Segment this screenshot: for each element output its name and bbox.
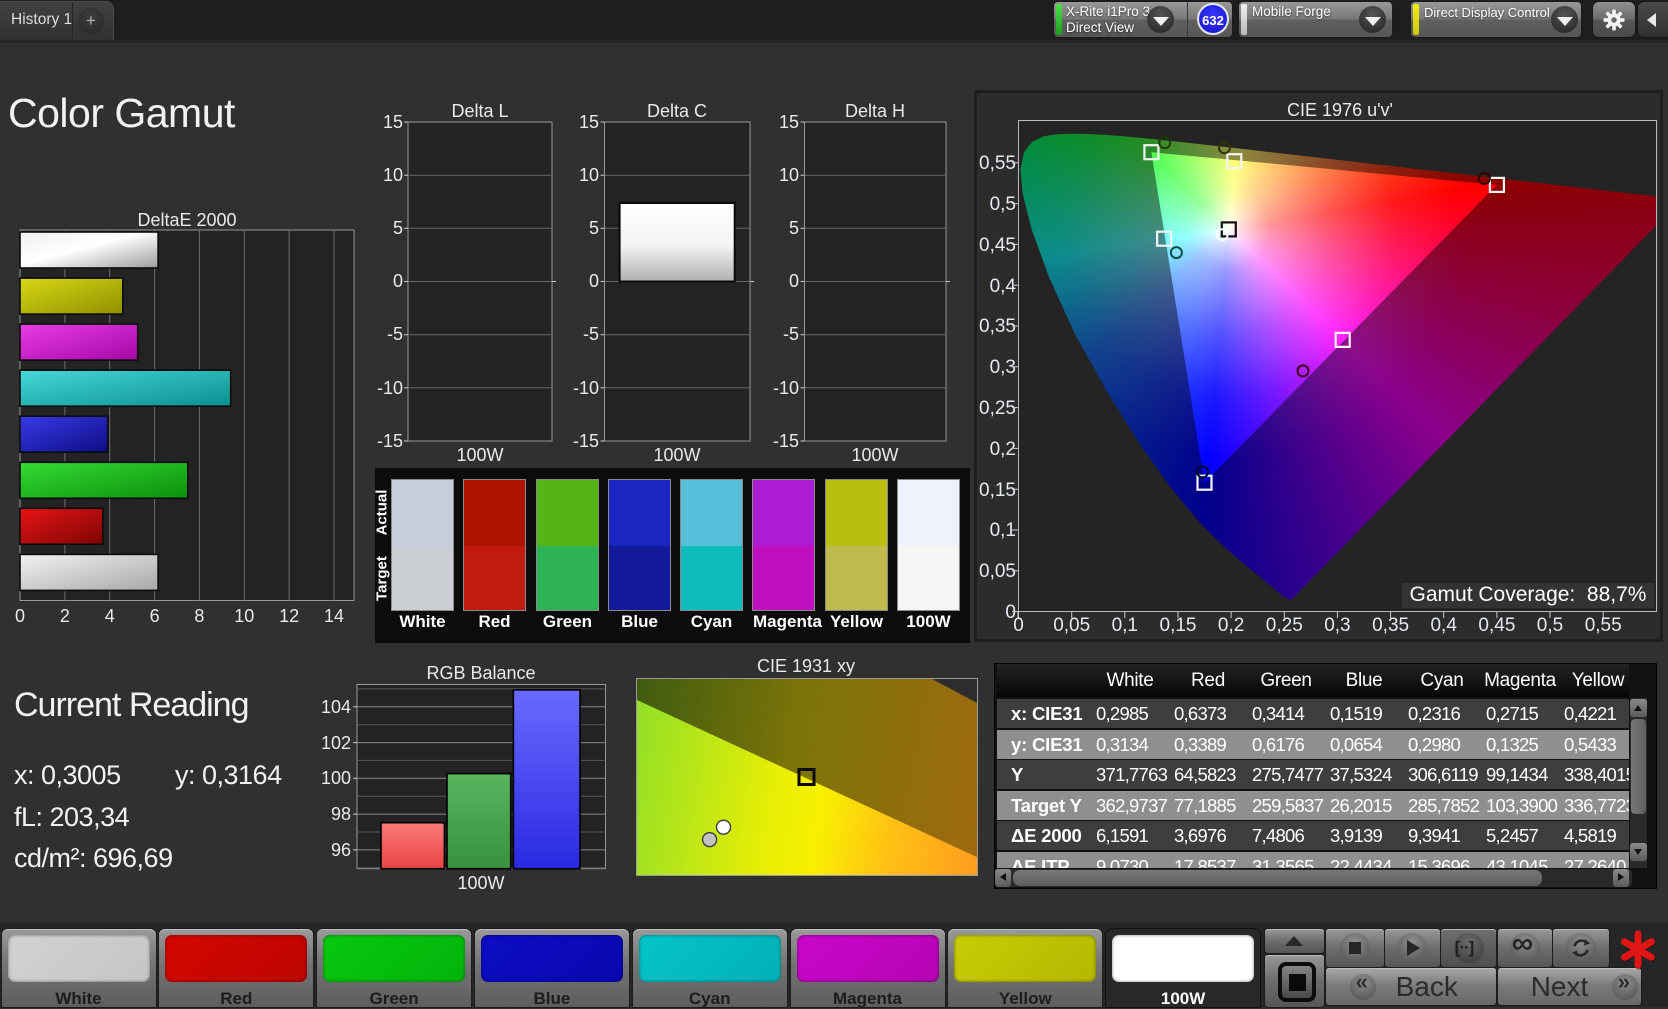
svg-text:0,1: 0,1 bbox=[1112, 615, 1138, 636]
svg-text:0,35: 0,35 bbox=[1372, 615, 1409, 636]
svg-text:-10: -10 bbox=[377, 378, 403, 398]
svg-text:-5: -5 bbox=[583, 324, 599, 344]
svg-text:96: 96 bbox=[331, 840, 351, 860]
svg-text:0,4: 0,4 bbox=[1430, 615, 1457, 636]
svg-text:-10: -10 bbox=[573, 378, 599, 398]
svg-text:100W: 100W bbox=[457, 873, 504, 893]
svg-text:-15: -15 bbox=[573, 431, 599, 451]
svg-text:DeltaE 2000: DeltaE 2000 bbox=[137, 210, 236, 230]
svg-text:6: 6 bbox=[150, 606, 160, 626]
svg-text:8: 8 bbox=[194, 606, 204, 626]
svg-text:10: 10 bbox=[579, 165, 599, 185]
svg-text:4: 4 bbox=[105, 606, 115, 626]
svg-text:12: 12 bbox=[279, 606, 299, 626]
svg-text:-15: -15 bbox=[773, 431, 799, 451]
svg-text:100W: 100W bbox=[456, 445, 503, 465]
svg-text:Delta H: Delta H bbox=[845, 101, 905, 121]
svg-text:2: 2 bbox=[60, 606, 70, 626]
svg-text:-5: -5 bbox=[387, 324, 403, 344]
svg-text:100W: 100W bbox=[851, 445, 898, 465]
svg-text:0,3: 0,3 bbox=[1324, 615, 1350, 636]
svg-text:0: 0 bbox=[1013, 615, 1024, 636]
svg-text:0,15: 0,15 bbox=[979, 480, 1016, 501]
svg-text:0: 0 bbox=[393, 271, 403, 291]
svg-text:102: 102 bbox=[321, 733, 351, 753]
svg-text:0: 0 bbox=[789, 271, 799, 291]
svg-text:Delta C: Delta C bbox=[647, 101, 707, 121]
svg-text:0,25: 0,25 bbox=[1266, 615, 1303, 636]
svg-text:0,2: 0,2 bbox=[990, 439, 1016, 460]
svg-text:-15: -15 bbox=[377, 431, 403, 451]
svg-text:5: 5 bbox=[393, 218, 403, 238]
svg-text:0,4: 0,4 bbox=[990, 276, 1017, 297]
svg-text:10: 10 bbox=[779, 165, 799, 185]
svg-text:15: 15 bbox=[579, 112, 599, 132]
svg-text:0: 0 bbox=[15, 606, 25, 626]
svg-text:RGB Balance: RGB Balance bbox=[426, 663, 535, 683]
svg-text:0,2: 0,2 bbox=[1218, 615, 1244, 636]
svg-text:5: 5 bbox=[589, 218, 599, 238]
svg-text:0,45: 0,45 bbox=[1478, 615, 1515, 636]
svg-text:0,25: 0,25 bbox=[979, 398, 1016, 419]
svg-text:15: 15 bbox=[779, 112, 799, 132]
svg-text:0,3: 0,3 bbox=[990, 357, 1016, 378]
svg-text:-5: -5 bbox=[783, 324, 799, 344]
svg-text:0,05: 0,05 bbox=[1053, 615, 1090, 636]
svg-text:0,45: 0,45 bbox=[979, 235, 1016, 256]
svg-text:5: 5 bbox=[789, 218, 799, 238]
svg-text:104: 104 bbox=[321, 697, 351, 717]
svg-text:Delta L: Delta L bbox=[451, 101, 508, 121]
svg-text:10: 10 bbox=[383, 165, 403, 185]
svg-text:14: 14 bbox=[324, 606, 344, 626]
svg-text:0,15: 0,15 bbox=[1160, 615, 1197, 636]
svg-text:15: 15 bbox=[383, 112, 403, 132]
svg-text:0,55: 0,55 bbox=[979, 153, 1016, 174]
svg-text:98: 98 bbox=[331, 804, 351, 824]
svg-text:10: 10 bbox=[234, 606, 254, 626]
svg-text:0,05: 0,05 bbox=[979, 561, 1016, 582]
svg-text:0,5: 0,5 bbox=[1537, 615, 1563, 636]
svg-text:0,55: 0,55 bbox=[1585, 615, 1622, 636]
svg-text:0,5: 0,5 bbox=[990, 194, 1016, 215]
svg-text:100W: 100W bbox=[653, 445, 700, 465]
svg-text:0,35: 0,35 bbox=[979, 316, 1016, 337]
svg-text:0: 0 bbox=[589, 271, 599, 291]
svg-text:100: 100 bbox=[321, 768, 351, 788]
svg-text:-10: -10 bbox=[773, 378, 799, 398]
